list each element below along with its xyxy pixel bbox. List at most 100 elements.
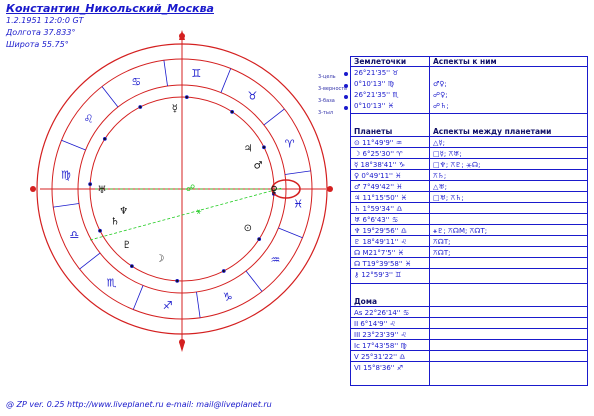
planet-position: ☿ 18°38'41'' ♑ [354, 161, 406, 169]
earthpoints-header-row: Землеточки Аспекты к ним [351, 57, 587, 67]
zodiac-divider [278, 227, 303, 239]
table-row: 0°10'13'' ♓ ☍♄; [351, 101, 587, 114]
earthpoints-aspects-header: Аспекты к ним [433, 57, 497, 66]
ic-marker [179, 339, 185, 345]
planet-glyph: ⊙ [244, 223, 252, 234]
table-row: ⚷ 12°59'3'' ♊ [351, 270, 587, 284]
table-row: ☊ T19°39'58'' ♓ [351, 259, 587, 269]
zodiac-divider [263, 108, 285, 126]
side-label-rear: 3-тыл [318, 110, 334, 116]
table-row: 26°21'35'' ♉ [351, 68, 587, 78]
houses-header: Дома [354, 297, 378, 306]
planet-position: ♄ 1°59'34'' ♎ [354, 205, 403, 213]
side-label-base: 3-база [318, 98, 335, 104]
asc-marker [30, 186, 36, 192]
house-cusp-dot [98, 228, 102, 233]
house-cusp-dot [129, 264, 134, 269]
earthpoint-marker [344, 84, 348, 88]
table-row: ♇ 18°49'11'' ♌ ⚻☊T; [351, 237, 587, 247]
house-cusp-dot [262, 145, 266, 150]
table-row: III 23°23'39'' ♌ [351, 330, 587, 340]
zodiac-divider [196, 291, 201, 318]
planet-aspects: □♆; ⚻♇; ⚹☊; [433, 161, 481, 169]
zodiac-divider [284, 170, 311, 175]
planet-aspects [433, 259, 585, 269]
zodiac-sign-glyph: ♓ [293, 197, 303, 210]
zodiac-sign-glyph: ♌ [84, 113, 94, 126]
earthpoint-value: 0°10'13'' ♓ [354, 102, 395, 110]
footer-credits: @ ZP ver. 0.25 http://www.liveplanet.ru … [6, 400, 272, 409]
planet-aspects: □☿; ⚻♅; [433, 150, 462, 158]
zodiac-sign-glyph: ♑ [223, 291, 233, 304]
center-opposition-glyph: ☍ [186, 184, 195, 194]
aspects-table: Землеточки Аспекты к ним 26°21'35'' ♉ 0°… [350, 56, 588, 386]
planet-glyph: ♄ [110, 216, 119, 227]
zodiac-divider [53, 203, 80, 208]
table-row: Ic 17°43'58'' ♍ [351, 341, 587, 351]
house-cusp-dot [221, 269, 226, 273]
zodiac-divider [132, 285, 144, 310]
planet-position: ☊ M21°7'5'' ♓ [354, 249, 405, 257]
side-label-goal: 3-цель [318, 74, 336, 80]
house-cusp-dot [230, 109, 235, 114]
house-cusp: II 6°14'9'' ♌ [354, 320, 396, 328]
planet-glyph: ♆ [119, 206, 128, 217]
planet-aspects: △♅; [433, 183, 448, 191]
house-cusp: Ic 17°43'58'' ♍ [354, 342, 407, 350]
earthpoint-marker [344, 72, 348, 76]
planet-aspects [433, 204, 585, 214]
zodiac-sign-glyph: ♍ [61, 169, 71, 182]
planet-position: ♇ 18°49'11'' ♌ [354, 238, 407, 246]
table-row: ♀ 0°49'11'' ♓ ⚻♄; [351, 171, 587, 181]
planet-glyph: ♀ [270, 185, 277, 196]
planet-glyph: ♂ [254, 160, 263, 171]
house-cusp-dot [184, 95, 189, 100]
table-row: V 25°31'22'' ♎ [351, 352, 587, 362]
planets-header-row: Планеты Аспекты между планетами [351, 127, 587, 137]
table-row: As 22°26'14'' ♋ [351, 308, 587, 318]
dsc-marker [327, 186, 333, 192]
planet-aspects: ⚹♇; ⚻☊M; ⚻☊T; [433, 227, 488, 235]
house-cusp-dot [138, 105, 143, 109]
zodiac-sign-glyph: ♒ [271, 253, 281, 266]
planet-position: ⊙ 11°49'9'' ♒ [354, 139, 403, 147]
planet-aspects: □♅; ⚻♄; [433, 194, 464, 202]
planet-position: ♂ 7°49'42'' ♓ [354, 183, 403, 191]
earthpoint-marker [344, 106, 348, 110]
table-row: ♃ 11°15'50'' ♓ □♅; ⚻♄; [351, 193, 587, 203]
zodiac-sign-glyph: ♋ [131, 75, 141, 88]
zodiac-sign-glyph: ♈ [285, 137, 295, 150]
earthpoint-aspects: ☍♀; [433, 91, 448, 99]
planet-aspects: ⚻☊T; [433, 238, 451, 246]
zodiac-sign-glyph: ♐ [163, 299, 173, 312]
planet-position: ☊ T19°39'58'' ♓ [354, 260, 412, 268]
planet-aspects-header: Аспекты между планетами [433, 127, 552, 136]
table-row: ♄ 1°59'34'' ♎ [351, 204, 587, 214]
house-cusp-dot [175, 278, 180, 283]
house-cusp-dot [88, 182, 93, 187]
planet-glyph: ♇ [122, 240, 131, 251]
planet-glyph: ☽ [155, 253, 164, 264]
planet-position: ☽ 6°25'30'' ♈ [354, 150, 403, 158]
planet-position: ♆ 19°29'56'' ♎ [354, 227, 407, 235]
planet-glyph: ♃ [244, 144, 253, 155]
zodiac-sign-glyph: ♎ [69, 229, 79, 242]
table-row: ☊ M21°7'5'' ♓ ⚻☊T; [351, 248, 587, 258]
earthpoint-marker [344, 95, 348, 99]
earthpoint-aspects: ☍♄; [433, 102, 449, 110]
zodiac-divider [220, 68, 232, 93]
table-row: VI 15°8'36'' ♐ [351, 363, 587, 373]
table-row: ⊙ 11°49'9'' ♒ △☿; [351, 138, 587, 148]
table-row: ♆ 19°29'56'' ♎ ⚹♇; ⚻☊M; ⚻☊T; [351, 226, 587, 236]
earthpoint-value: 26°21'35'' ♉ [354, 69, 399, 77]
table-row: 26°21'35'' ♏ ☍♀; [351, 90, 587, 100]
zodiac-sign-glyph: ♊ [191, 67, 201, 80]
earthpoint-aspects: ♂♀; [433, 80, 447, 88]
mc-marker [179, 33, 185, 39]
planet-position: ♅ 6°6'43'' ♋ [354, 216, 399, 224]
center-sextile-glyph: ⚹ [196, 207, 202, 217]
table-row: ☿ 18°38'41'' ♑ □♆; ⚻♇; ⚹☊; [351, 160, 587, 170]
table-row: II 6°14'9'' ♌ [351, 319, 587, 329]
planet-aspects: ⚻☊T; [433, 249, 451, 257]
zodiac-sign-glyph: ♉ [247, 90, 257, 103]
